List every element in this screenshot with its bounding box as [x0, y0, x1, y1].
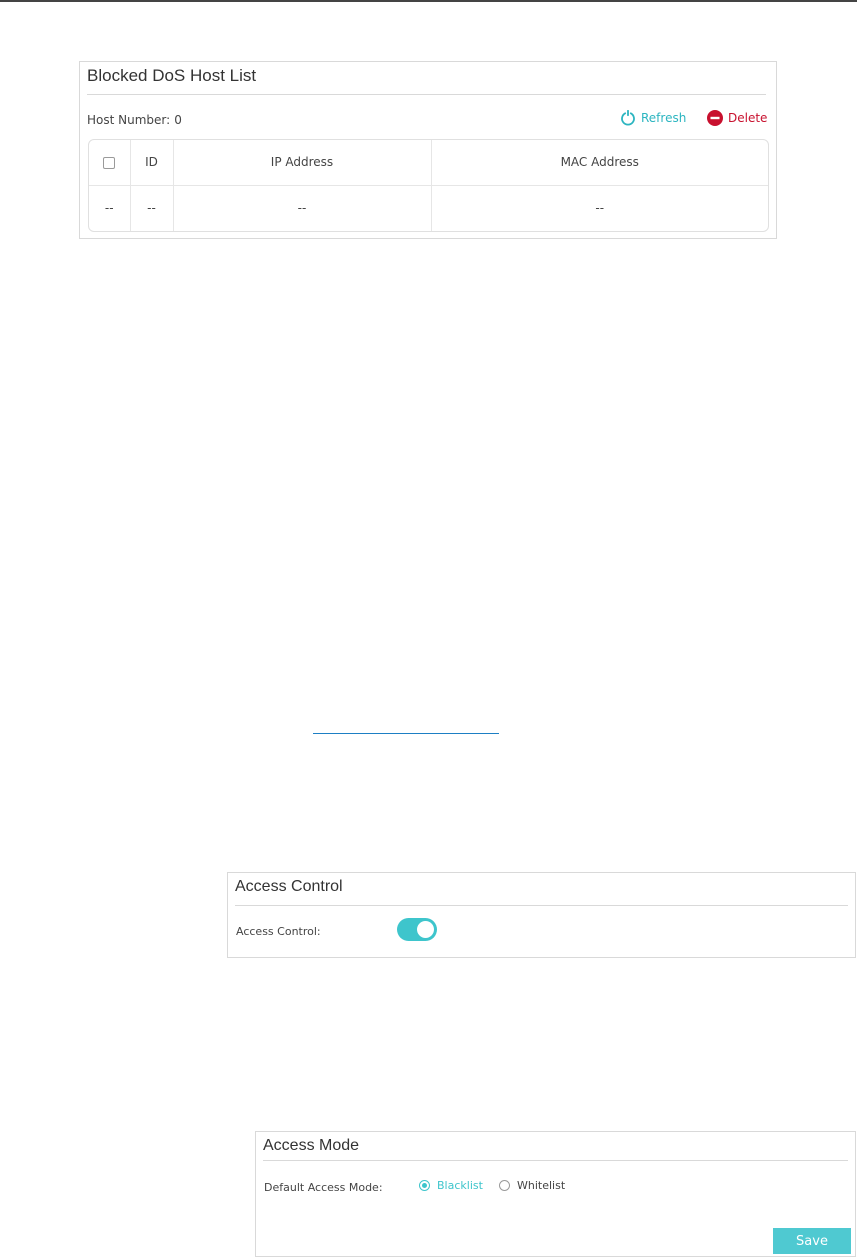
host-number: Host Number: 0: [87, 113, 182, 127]
divider: [235, 905, 848, 906]
minus-circle-icon: [707, 110, 723, 126]
table-header-row: ID IP Address MAC Address: [89, 140, 768, 185]
refresh-icon: [620, 109, 636, 126]
host-number-value: 0: [174, 113, 182, 127]
blacklist-radio[interactable]: Blacklist: [419, 1179, 483, 1192]
column-header-mac-address: MAC Address: [560, 155, 639, 170]
host-table: ID IP Address MAC Address -- -- -- --: [88, 139, 769, 232]
access-control-panel: Access Control Access Control:: [227, 872, 856, 958]
whitelist-radio[interactable]: Whitelist: [499, 1179, 565, 1192]
row-ip-cell: --: [173, 185, 432, 231]
blacklist-label: Blacklist: [437, 1179, 483, 1192]
link-underline[interactable]: [313, 733, 499, 734]
refresh-label: Refresh: [641, 111, 687, 125]
select-all-checkbox[interactable]: [103, 156, 116, 169]
select-all-cell: [89, 140, 131, 185]
radio-selected-icon: [419, 1180, 430, 1191]
table-row: -- -- -- --: [89, 185, 768, 231]
save-button[interactable]: Save: [773, 1228, 851, 1254]
access-control-toggle[interactable]: [397, 918, 437, 941]
row-id-cell: --: [130, 185, 174, 231]
default-access-mode-label: Default Access Mode:: [264, 1181, 383, 1194]
whitelist-label: Whitelist: [517, 1179, 566, 1192]
radio-unselected-icon: [499, 1180, 510, 1191]
divider: [263, 1160, 848, 1161]
refresh-button[interactable]: Refresh: [620, 109, 687, 126]
panel-title: Blocked DoS Host List: [87, 66, 257, 85]
column-header-id: ID: [130, 140, 174, 185]
host-number-label: Host Number:: [87, 113, 171, 127]
row-mac-cell: --: [595, 201, 605, 216]
toggle-knob: [417, 921, 434, 938]
panel-title: Access Control: [235, 878, 343, 895]
delete-button[interactable]: Delete: [707, 110, 767, 126]
page-top-rule: [0, 0, 857, 2]
access-mode-panel: Access Mode Default Access Mode: Blackli…: [255, 1131, 856, 1257]
delete-label: Delete: [728, 111, 768, 125]
divider: [87, 94, 766, 95]
blocked-dos-host-list-panel: Blocked DoS Host List Host Number: 0 Refr…: [79, 61, 777, 239]
column-header-ip-address: IP Address: [173, 140, 432, 185]
panel-title: Access Mode: [263, 1137, 360, 1154]
access-control-label: Access Control:: [236, 925, 321, 938]
row-checkbox-cell: --: [89, 185, 131, 231]
